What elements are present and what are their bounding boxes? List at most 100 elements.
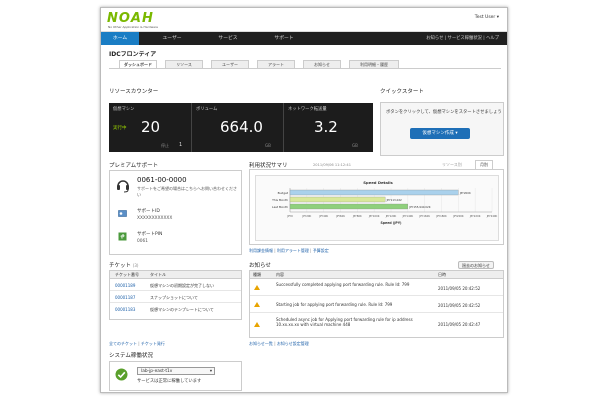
subtab-news[interactable]: お知らせ: [303, 60, 341, 68]
vm-running-label: 実行中: [113, 126, 127, 131]
subtab-dashboard[interactable]: ダッシュボード: [119, 60, 157, 68]
link-new-ticket[interactable]: チケット発行: [141, 341, 165, 346]
user-menu[interactable]: Test User ▾: [475, 15, 499, 20]
warning-icon: [254, 302, 260, 307]
vm-count: 20: [141, 118, 161, 136]
nav-tab-support[interactable]: サポート: [261, 32, 307, 45]
data-label: JPY155,940.02K: [408, 205, 430, 209]
news-date-header: 日時: [438, 272, 446, 277]
table-row[interactable]: Starting job for applying port forwardin…: [250, 297, 503, 313]
x-tick-label: JPY20K: [301, 214, 311, 218]
chevron-down-icon: ▾: [496, 15, 499, 20]
usage-summary-date: 2011/09/06 11:12:41: [313, 163, 351, 167]
chart-title: Speed Details: [363, 180, 393, 185]
nav-links[interactable]: お知らせ | サービス稼働状況 | ヘルプ: [426, 32, 499, 45]
x-tick-label: JPY160K: [418, 214, 430, 218]
news-date: 2011/09/05 20:42:52: [438, 303, 481, 308]
volume-unit: GB: [265, 143, 271, 148]
link-news-settings[interactable]: お知らせ設定管理: [277, 341, 309, 346]
premium-support-title: プレミアムサポート: [109, 163, 159, 169]
link-news-list[interactable]: お知らせ一覧: [249, 341, 273, 346]
ticket-id[interactable]: 00001187: [115, 295, 135, 300]
pin-icon: #: [118, 232, 127, 241]
system-status-message: サービスは正常に稼働しています: [137, 379, 202, 384]
ticket-title-header: タイトル: [150, 272, 166, 277]
noah-logo[interactable]: NOAH: [107, 11, 154, 26]
volume-counter[interactable]: ボリューム 664.0 GB: [192, 103, 284, 152]
news-links: お知らせ一覧 | お知らせ設定管理: [249, 341, 309, 347]
nav-tab-services[interactable]: サービス: [205, 32, 251, 45]
vm-label: 仮想マシン: [113, 107, 135, 112]
header: NOAH No Other Application & Hardware Tes…: [101, 8, 507, 32]
support-id-value: XXXXXXXXXXXX: [137, 216, 173, 221]
network-counter[interactable]: ネットワーク転送量 3.2 GB: [284, 103, 373, 152]
subtab-bar: ダッシュボード リソース ユーザー アラート お知らせ 利用明細・履歴: [109, 60, 501, 68]
quick-start-text: ボタンをクリックして、仮想マシンをスタートさせましょう: [386, 110, 502, 115]
system-status-title: システム稼働状況: [109, 353, 153, 359]
data-label: JPY113,022: [386, 198, 402, 202]
x-tick-label: JPY240K: [486, 214, 498, 218]
vm-counter[interactable]: 仮想マシン 実行中 20 停止 1: [109, 103, 192, 152]
subtab-billing[interactable]: 利用明細・履歴: [349, 60, 399, 68]
link-usage-alerts[interactable]: 利用アラート管理: [277, 248, 309, 253]
premium-support-panel: 0061-00-0000 サポートをご希望の場合はこちらへお問い合わせください …: [109, 170, 242, 255]
ticket-title: 仮想マシンの初期設定が完了しない: [150, 283, 214, 288]
chart-bar: [289, 189, 459, 196]
subtab-users[interactable]: ユーザー: [211, 60, 249, 68]
table-row[interactable]: 00001189 仮想マシンの初期設定が完了しない: [110, 280, 241, 291]
link-all-tickets[interactable]: 全てのチケット: [109, 341, 137, 346]
tab-by-resource[interactable]: リソース別: [442, 162, 462, 168]
x-tick-label: JPY200K: [452, 214, 464, 218]
x-tick-label: JPY40K: [318, 214, 328, 218]
zone-select-value: lab-jp-east-t1v: [141, 369, 173, 374]
nav-tab-home[interactable]: ホーム: [101, 32, 139, 45]
volume-label: ボリューム: [196, 107, 218, 112]
svg-text:#: #: [120, 234, 125, 241]
id-card-icon: [118, 210, 127, 217]
support-phone-note: サポートをご希望の場合はこちらへお問い合わせください: [137, 186, 237, 197]
table-row[interactable]: 00001183 仮想マシンのテンプレートについて: [110, 304, 241, 315]
chart-bar: [289, 196, 386, 203]
network-label: ネットワーク転送量: [288, 107, 327, 112]
zone-select[interactable]: lab-jp-east-t1v ▾: [137, 367, 215, 375]
table-row[interactable]: 00001187 スナップショットについて: [110, 292, 241, 303]
tab-monthly[interactable]: 月別: [475, 160, 493, 169]
subtab-alerts[interactable]: アラート: [257, 60, 295, 68]
resource-counter-title: リソースカウンター: [109, 89, 159, 95]
usage-chart-panel: Speed Details JPY0 JPY20K JPY40K JPY60K JPY80…: [249, 169, 504, 245]
news-title: お知らせ: [249, 263, 271, 269]
ticket-id[interactable]: 00001183: [115, 307, 135, 312]
warning-icon: [254, 285, 260, 290]
nav-tab-users[interactable]: ユーザー: [149, 32, 195, 45]
link-budget-settings[interactable]: 予算設定: [313, 248, 329, 253]
page-title: IDCフロンティア: [109, 51, 157, 58]
table-row[interactable]: Scheduled async job for Applying port fo…: [250, 314, 503, 338]
tickets-table: チケット番号 タイトル 00001189 仮想マシンの初期設定が完了しない 00…: [109, 270, 242, 320]
vm-stopped-count: 1: [179, 142, 183, 148]
usage-chart: Speed Details JPY0 JPY20K JPY40K JPY60K JPY80…: [271, 180, 498, 225]
x-tick-label: JPY80K: [352, 214, 362, 218]
headset-icon: [117, 180, 129, 193]
subtab-resources[interactable]: リソース: [165, 60, 203, 68]
x-axis-label: Speed (JPY): [380, 221, 402, 225]
resource-counter: 仮想マシン 実行中 20 停止 1 ボリューム 664.0 GB ネットワーク転…: [109, 103, 373, 152]
check-circle-icon: [115, 368, 128, 381]
news-content-header: 内容: [276, 272, 284, 277]
news-type-header: 種類: [253, 272, 261, 277]
category-label: Last Month: [272, 205, 288, 209]
news-archive-button[interactable]: 過去のお知らせ: [458, 261, 494, 269]
data-label: JPY200K: [459, 191, 471, 195]
ticket-title: 仮想マシンのテンプレートについて: [150, 307, 214, 312]
table-row[interactable]: Successfully completed applying port for…: [250, 280, 503, 296]
usage-links: 利用課金情報 | 利用アラート管理 | 予算設定: [249, 248, 329, 254]
ticket-id[interactable]: 00001189: [115, 283, 135, 288]
link-billing-info[interactable]: 利用課金情報: [249, 248, 273, 253]
x-tick-label: JPY220K: [469, 214, 481, 218]
create-vm-button[interactable]: 仮想マシン作成 ▾: [410, 128, 470, 139]
support-pin-label: サポートPIN: [137, 232, 163, 237]
x-tick-label: JPY180K: [435, 214, 447, 218]
quick-start-panel: ボタンをクリックして、仮想マシンをスタートさせましょう 仮想マシン作成 ▾: [380, 102, 504, 156]
news-text: Starting job for applying port forwardin…: [276, 302, 393, 307]
chart-bar: [289, 203, 408, 210]
x-tick-label: JPY120K: [385, 214, 397, 218]
